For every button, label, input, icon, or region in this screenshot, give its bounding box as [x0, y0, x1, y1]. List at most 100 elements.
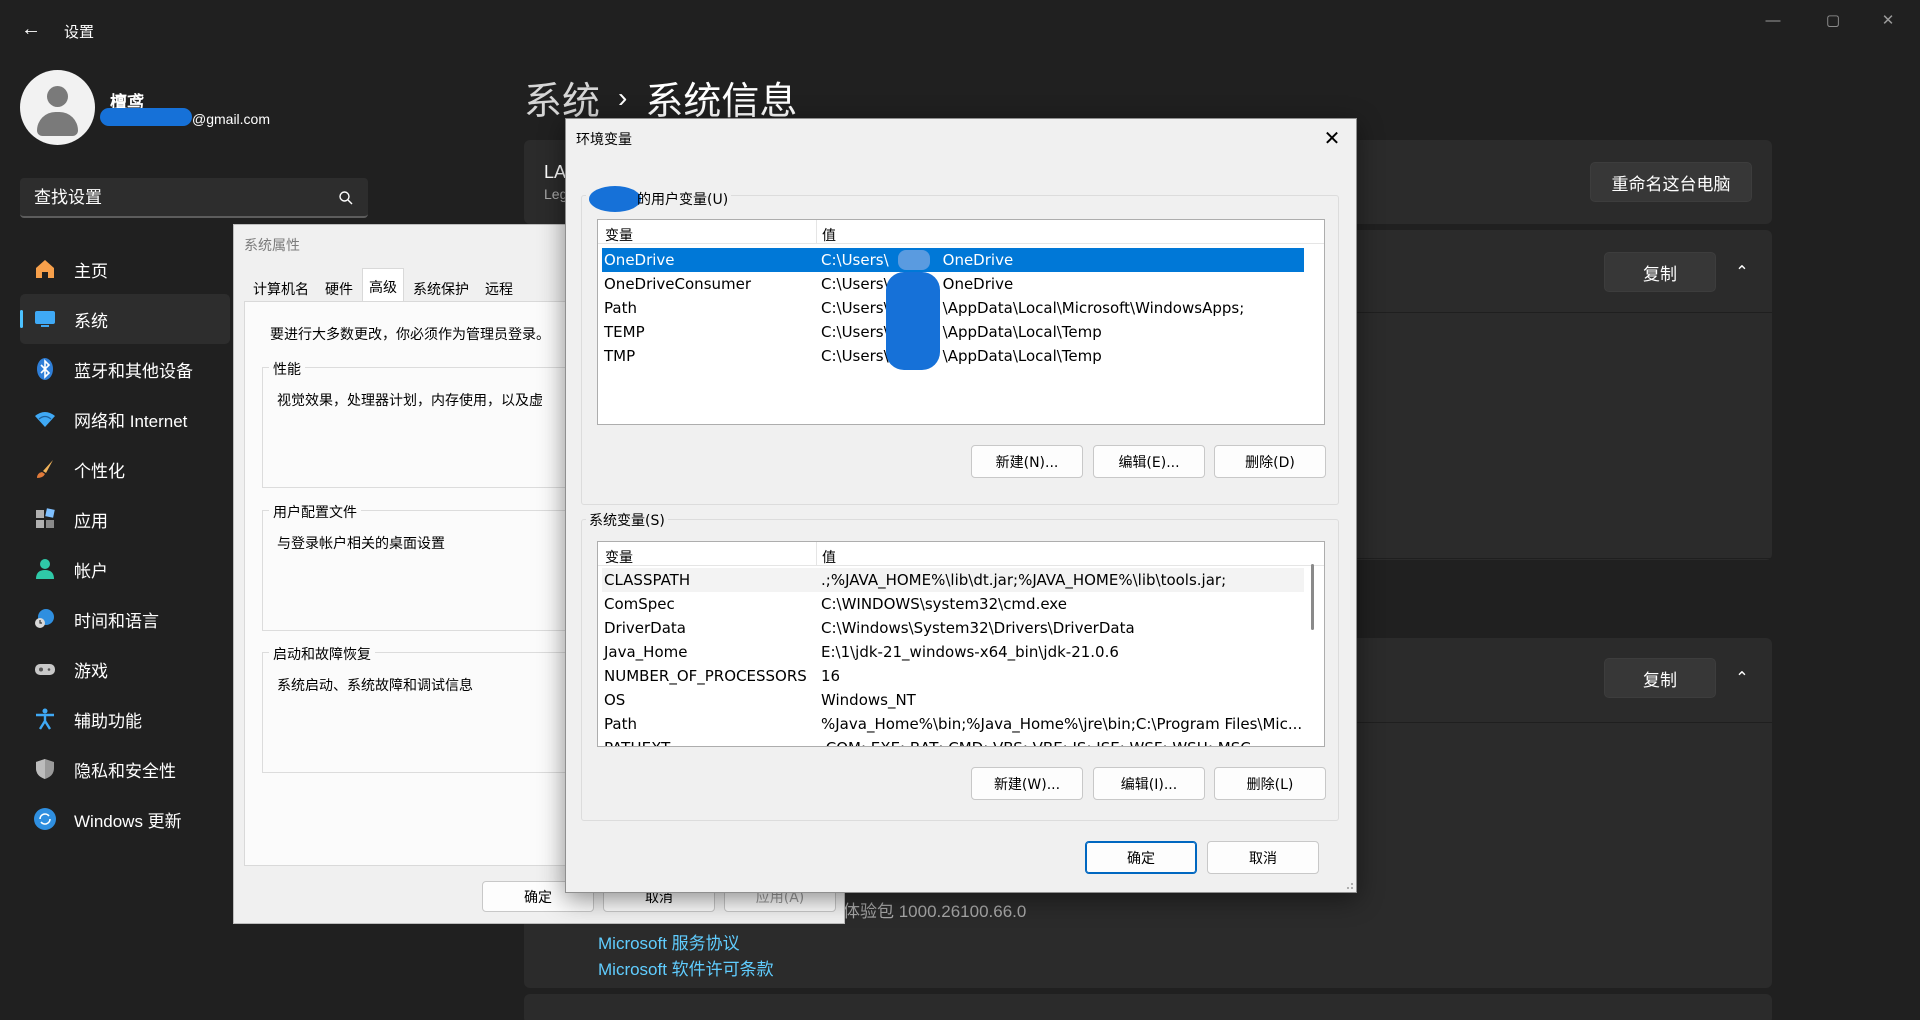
copy-button[interactable]: 复制: [1604, 658, 1716, 698]
monitor-icon: [32, 306, 58, 332]
sidebar-item-system[interactable]: 系统: [20, 294, 230, 344]
device-model: Leg: [544, 186, 568, 202]
admin-note: 要进行大多数更改，你必须作为管理员登录。: [270, 327, 550, 343]
variable-name: OneDrive: [604, 251, 675, 269]
ok-button[interactable]: 确定: [1085, 841, 1197, 874]
table-row[interactable]: OneDrive C:\Users\ OneDrive: [602, 248, 1304, 272]
user-new-button[interactable]: 新建(N)...: [971, 445, 1083, 478]
resize-grip-icon[interactable]: [1344, 880, 1354, 890]
chevron-up-icon[interactable]: ⌃: [1727, 257, 1757, 287]
search-icon[interactable]: [338, 190, 354, 206]
close-button[interactable]: ✕: [1868, 8, 1908, 32]
system-new-button[interactable]: 新建(W)...: [971, 767, 1083, 800]
variable-name: TEMP: [604, 323, 645, 341]
sidebar-item-bluetooth[interactable]: 蓝牙和其他设备: [20, 344, 230, 394]
sidebar-item-accounts[interactable]: 帐户: [20, 544, 230, 594]
table-row[interactable]: TMP C:\Users\ \AppData\Local\Temp: [602, 344, 1304, 368]
username-redaction: [589, 186, 641, 212]
device-name: LA: [544, 162, 567, 182]
username-redaction: [898, 250, 930, 270]
table-row[interactable]: NUMBER_OF_PROCESSORS 16: [602, 664, 1304, 688]
system-delete-button[interactable]: 删除(L): [1214, 767, 1326, 800]
variable-name: NUMBER_OF_PROCESSORS: [604, 667, 807, 685]
variable-value: %Java_Home%\bin;%Java_Home%\jre\bin;C:\P…: [821, 715, 1303, 733]
group-title: 系统变量(S): [586, 510, 668, 530]
user-edit-button[interactable]: 编辑(E)...: [1093, 445, 1205, 478]
close-icon[interactable]: ✕: [1316, 123, 1348, 153]
variable-value: C:\Users\ \AppData\Local\Microsoft\Window…: [821, 299, 1245, 317]
sidebar-item-label: 网络和 Internet: [74, 411, 188, 431]
scrollbar-thumb[interactable]: [1311, 564, 1314, 630]
wifi-icon: [32, 406, 58, 432]
user-delete-button[interactable]: 删除(D): [1214, 445, 1326, 478]
table-row[interactable]: ComSpec C:\WINDOWS\system32\cmd.exe: [602, 592, 1304, 616]
dialog-title: 系统属性: [244, 238, 300, 254]
list-header: 变量 值: [598, 542, 1324, 566]
sidebar-item-gaming[interactable]: 游戏: [20, 644, 230, 694]
table-row[interactable]: TEMP C:\Users\ \AppData\Local\Temp: [602, 320, 1304, 344]
variable-name: OS: [604, 691, 626, 709]
sidebar-item-apps[interactable]: 应用: [20, 494, 230, 544]
sidebar-item-network[interactable]: 网络和 Internet: [20, 394, 230, 444]
column-header-value[interactable]: 值: [822, 225, 836, 245]
table-row[interactable]: DriverData C:\Windows\System32\Drivers\D…: [602, 616, 1304, 640]
sidebar-item-windows-update[interactable]: Windows 更新: [20, 794, 230, 844]
sidebar-item-label: 辅助功能: [74, 711, 142, 731]
experience-pack-text: 体验包 1000.26100.66.0: [843, 902, 1027, 921]
sidebar-item-home[interactable]: 主页: [20, 244, 230, 294]
system-variables-list[interactable]: 变量 值 CLASSPATH .;%JAVA_HOME%\lib\dt.jar;…: [597, 541, 1325, 747]
license-terms-link[interactable]: Microsoft 软件许可条款: [598, 955, 774, 980]
copy-button[interactable]: 复制: [1604, 252, 1716, 292]
chevron-up-icon[interactable]: ⌃: [1727, 663, 1757, 693]
variable-value: .COM;.EXE;.BAT;.CMD;.VBS;.VBE;.JS;.JSE;.…: [821, 739, 1251, 746]
variable-value: .;%JAVA_HOME%\lib\dt.jar;%JAVA_HOME%\lib…: [821, 571, 1227, 589]
maximize-button[interactable]: ▢: [1813, 8, 1853, 32]
variable-name: DriverData: [604, 619, 686, 637]
group-title: 性能: [269, 359, 305, 379]
column-separator: [816, 220, 817, 244]
system-edit-button[interactable]: 编辑(I)...: [1093, 767, 1205, 800]
table-row[interactable]: OS Windows_NT: [602, 688, 1304, 712]
app-title: 设置: [64, 24, 95, 41]
gamepad-icon: [32, 656, 58, 682]
table-row[interactable]: Path C:\Users\ \AppData\Local\Microsoft\W…: [602, 296, 1304, 320]
dialog-title: 环境变量: [576, 132, 632, 148]
table-row[interactable]: Java_Home E:\1\jdk-21_windows-x64_bin\jd…: [602, 640, 1304, 664]
table-row[interactable]: PATHEXT .COM;.EXE;.BAT;.CMD;.VBS;.VBE;.J…: [602, 736, 1304, 746]
table-row[interactable]: Path %Java_Home%\bin;%Java_Home%\jre\bin…: [602, 712, 1304, 736]
variable-name: OneDriveConsumer: [604, 275, 752, 293]
sidebar-item-privacy[interactable]: 隐私和安全性: [20, 744, 230, 794]
account-icon: [32, 556, 58, 582]
sidebar-item-accessibility[interactable]: 辅助功能: [20, 694, 230, 744]
column-header-value[interactable]: 值: [822, 547, 836, 567]
service-agreement-link[interactable]: Microsoft 服务协议: [598, 929, 740, 954]
variable-value: Windows_NT: [821, 691, 916, 709]
breadcrumb-parent[interactable]: 系统: [524, 70, 600, 125]
user-variables-list[interactable]: 变量 值 OneDrive C:\Users\ OneDrive OneDrive…: [597, 219, 1325, 425]
breadcrumb: 系统 › 系统信息: [524, 70, 797, 125]
group-description: 视觉效果，处理器计划，内存使用，以及虚: [277, 393, 543, 409]
sidebar-item-label: 主页: [74, 261, 108, 281]
search-input[interactable]: [34, 187, 324, 209]
avatar[interactable]: [20, 70, 95, 145]
avatar-body: [37, 112, 78, 136]
cancel-button[interactable]: 取消: [1207, 841, 1319, 874]
table-row[interactable]: OneDriveConsumer C:\Users\ OneDrive: [602, 272, 1304, 296]
page-title: 系统信息: [645, 81, 798, 123]
table-row[interactable]: CLASSPATH .;%JAVA_HOME%\lib\dt.jar;%JAVA…: [602, 568, 1304, 592]
search-box[interactable]: [20, 178, 368, 218]
sidebar-item-personalization[interactable]: 个性化: [20, 444, 230, 494]
minimize-button[interactable]: —: [1753, 8, 1793, 32]
variable-name: Java_Home: [604, 643, 688, 661]
rename-pc-button[interactable]: 重命名这台电脑: [1590, 162, 1752, 202]
list-header: 变量 值: [598, 220, 1324, 244]
brush-icon: [32, 456, 58, 482]
column-header-variable[interactable]: 变量: [605, 225, 633, 245]
column-header-variable[interactable]: 变量: [605, 547, 633, 567]
sidebar-item-time-language[interactable]: 时间和语言: [20, 594, 230, 644]
back-arrow-icon[interactable]: ←: [16, 14, 46, 44]
related-card: [524, 994, 1772, 1020]
group-description: 与登录帐户相关的桌面设置: [277, 536, 445, 552]
environment-variables-dialog: 环境变量 ✕ 的用户变量(U) 变量 值 OneDrive C:\Users\ O…: [565, 118, 1357, 893]
variable-name: Path: [604, 715, 637, 733]
